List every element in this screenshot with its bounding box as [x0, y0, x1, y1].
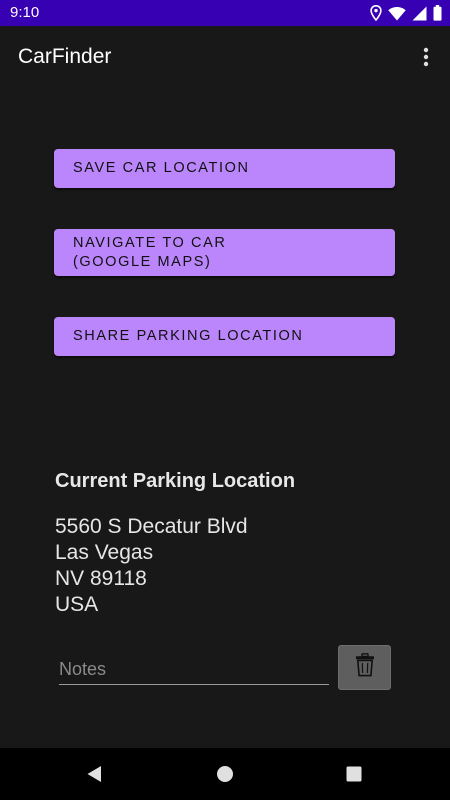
- address-line: USA: [55, 593, 99, 616]
- battery-icon: [433, 5, 442, 21]
- share-parking-location-button[interactable]: Share parking location: [54, 317, 395, 356]
- save-car-location-button[interactable]: Save car location: [54, 149, 395, 188]
- more-vert-icon[interactable]: [412, 42, 440, 72]
- address-line: NV 89118: [55, 567, 147, 590]
- navigation-bar: [0, 748, 450, 800]
- navigate-to-car-button[interactable]: Navigate to car (Google Maps): [54, 229, 395, 276]
- status-bar: 9:10: [0, 0, 450, 26]
- notes-input[interactable]: [59, 654, 329, 685]
- address-line: Las Vegas: [55, 541, 154, 564]
- trash-icon: [355, 653, 375, 682]
- app-screen: 9:10 CarFinder SAVE CAR LOCATION NAVIGAT…: [0, 0, 450, 800]
- app-bar: CarFinder: [0, 26, 450, 86]
- home-icon[interactable]: [213, 762, 237, 786]
- address-line: 5560 S Decatur Blvd: [55, 515, 248, 538]
- back-icon[interactable]: [82, 762, 106, 786]
- signal-icon: [412, 6, 427, 21]
- wifi-icon: [388, 6, 406, 21]
- parking-location-heading: Current Parking Location: [55, 470, 296, 492]
- parking-address: 5560 S Decatur Blvd Las Vegas NV 89118 U…: [55, 514, 248, 618]
- recents-icon[interactable]: [342, 762, 366, 786]
- delete-location-button[interactable]: [338, 645, 391, 690]
- location-icon: [370, 5, 382, 21]
- status-time: 9:10: [10, 4, 40, 21]
- status-icons: [370, 4, 442, 22]
- app-title: CarFinder: [18, 45, 112, 68]
